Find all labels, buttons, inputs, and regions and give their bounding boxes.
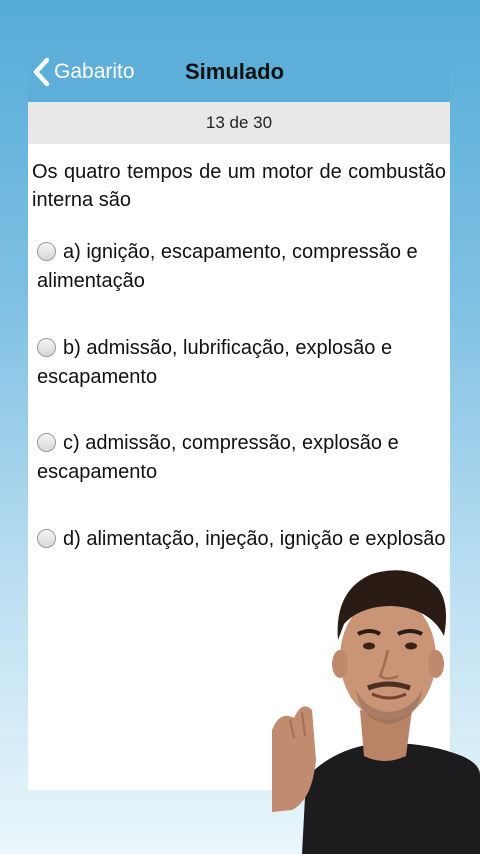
answer-option-label: b) admissão, lubrificação, explosão e es… — [37, 337, 393, 388]
answer-option-label: d) alimentação, injeção, ignição e explo… — [63, 528, 446, 550]
answer-option-a[interactable]: a) ignição, escapamento, compressão e al… — [37, 238, 447, 296]
question-counter: 13 de 30 — [205, 113, 273, 132]
radio-button-icon[interactable] — [37, 433, 56, 452]
question-text: Os quatro tempos de um motor de combustã… — [32, 161, 446, 211]
radio-button-icon[interactable] — [37, 529, 56, 548]
answer-option-d[interactable]: d) alimentação, injeção, ignição e explo… — [37, 525, 447, 554]
page-title: Simulado — [185, 59, 285, 84]
answer-option-b[interactable]: b) admissão, lubrificação, explosão e es… — [37, 334, 447, 392]
answer-option-c[interactable]: c) admissão, compressão, explosão e esca… — [37, 429, 447, 487]
navigation-bar: Gabarito Simulado — [28, 42, 450, 102]
radio-button-icon[interactable] — [37, 338, 56, 357]
presenter-video-overlay — [272, 570, 480, 854]
answer-option-label: c) admissão, compressão, explosão e esca… — [37, 432, 399, 483]
question-counter-bar: 13 de 30 — [28, 102, 450, 144]
answer-option-label: a) ignição, escapamento, compressão e al… — [37, 241, 418, 292]
back-button[interactable]: Gabarito — [32, 56, 135, 88]
radio-button-icon[interactable] — [37, 242, 56, 261]
chevron-left-icon — [33, 57, 50, 87]
back-button-label: Gabarito — [54, 60, 135, 83]
